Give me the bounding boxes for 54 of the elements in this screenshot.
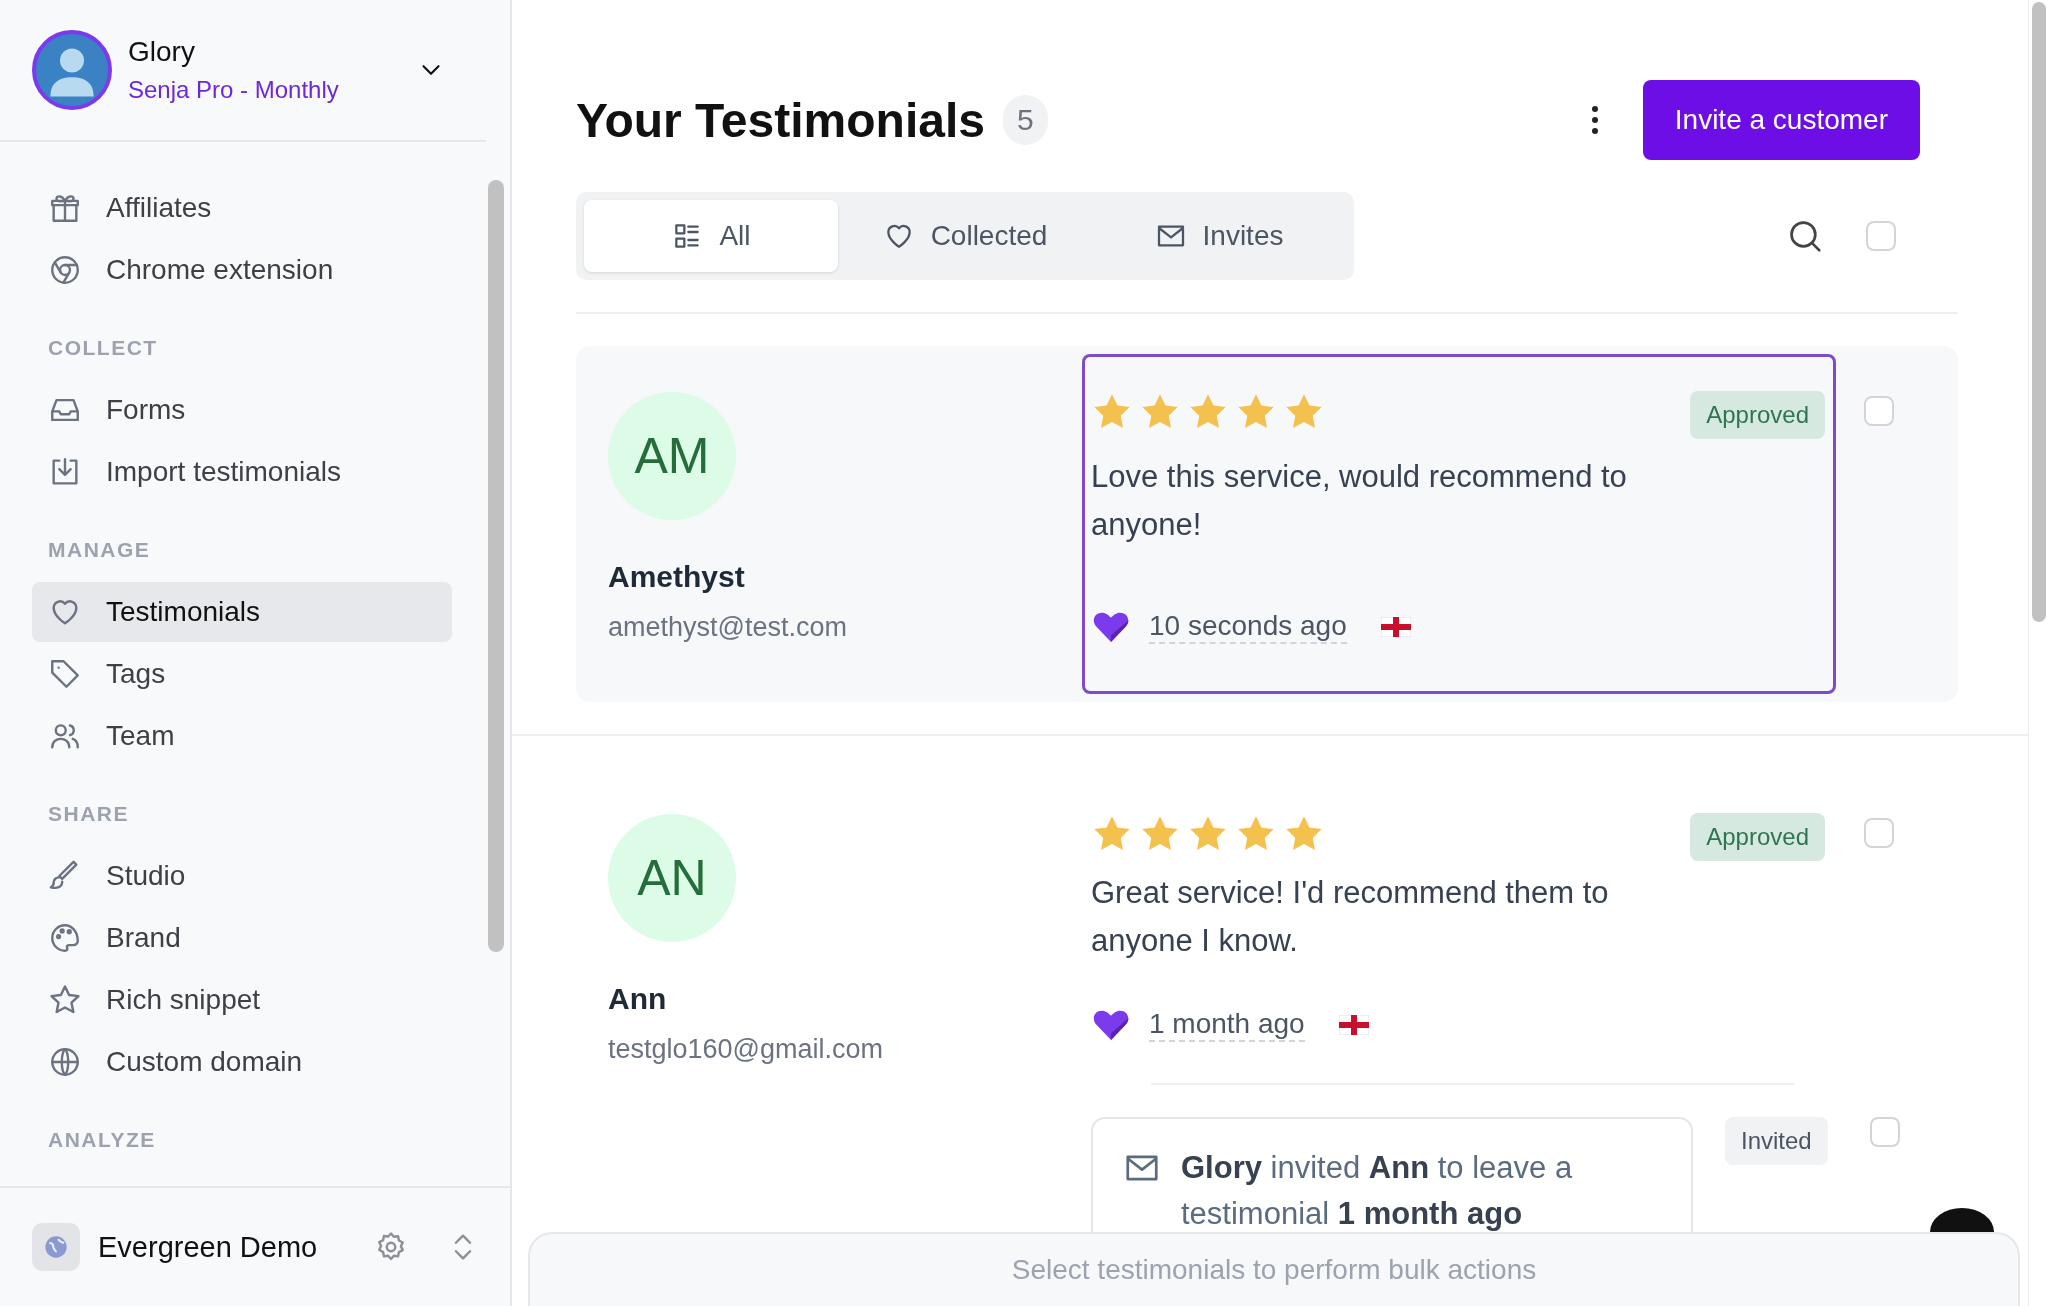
- status-badge: Approved: [1690, 813, 1825, 861]
- page-title: Your Testimonials: [576, 92, 985, 148]
- timestamp[interactable]: 1 month ago: [1149, 1008, 1305, 1042]
- bulk-actions-bar: Select testimonials to perform bulk actions: [528, 1232, 2020, 1306]
- filter-tab[interactable]: All: [584, 200, 838, 272]
- initials-avatar: AN: [608, 814, 736, 942]
- nav-item[interactable]: Chrome extension: [32, 240, 452, 300]
- nav-item[interactable]: Tags: [32, 644, 452, 704]
- tag-icon: [48, 657, 82, 691]
- customer-email: testglo160@gmail.com: [608, 1034, 885, 1065]
- status-badge: Invited: [1725, 1117, 1828, 1165]
- circle-logo-icon: [48, 253, 82, 287]
- nav-item[interactable]: Studio: [32, 846, 452, 906]
- nav-item[interactable]: Rich snippet: [32, 970, 452, 1030]
- testimonial-text: Love this service, would recommend to anyone!: [1091, 458, 1628, 544]
- checkbox[interactable]: [1869, 1117, 1900, 1147]
- nav-item[interactable]: Import testimonials: [32, 442, 452, 502]
- initials-avatar: AM: [608, 392, 736, 520]
- section-heading: ANALYZE: [47, 1127, 157, 1153]
- user-name: Glory: [128, 36, 196, 68]
- testimonial-text: Great service! I'd recommend them to anyone I know.: [1091, 874, 1610, 960]
- filter-tab[interactable]: Collected: [838, 200, 1092, 272]
- filter-tab[interactable]: Invites: [1092, 200, 1346, 272]
- checkbox[interactable]: [1864, 396, 1894, 426]
- timestamp[interactable]: 10 seconds ago: [1149, 610, 1347, 644]
- globe-logo-icon: [32, 1223, 80, 1271]
- invite-message: Glory invited Ann to leave a testimonial 1 month ago: [1181, 1149, 1574, 1233]
- account-switcher[interactable]: Glory Senja Pro - Monthly: [0, 0, 486, 142]
- plan-label: Senja Pro - Monthly: [128, 76, 340, 104]
- nav-item[interactable]: Team: [32, 706, 452, 766]
- nav-item[interactable]: Forms: [32, 380, 452, 440]
- invite-customer-button[interactable]: Invite a customer: [1642, 80, 1920, 160]
- section-heading: MANAGE: [47, 537, 152, 563]
- nav-item[interactable]: Testimonials: [32, 582, 452, 642]
- status-badge: Approved: [1690, 391, 1825, 439]
- globe-icon: [48, 1045, 82, 1079]
- checkbox[interactable]: [1864, 818, 1894, 848]
- palette-icon: [48, 921, 82, 955]
- customer-email: amethyst@test.com: [608, 612, 848, 643]
- section-heading: SHARE: [47, 801, 130, 827]
- checkbox[interactable]: [1866, 221, 1896, 251]
- more-options-icon[interactable]: [1590, 104, 1599, 136]
- count-badge: 5: [1002, 95, 1048, 145]
- nav-item[interactable]: Custom domain: [32, 1032, 452, 1092]
- nav-item[interactable]: Brand: [32, 908, 452, 968]
- flag-icon: [1380, 617, 1411, 637]
- customer-name: Amethyst: [608, 560, 746, 594]
- scrollbar-thumb[interactable]: [2032, 2, 2046, 622]
- customer-name: Ann: [608, 982, 668, 1016]
- flag-icon: [1338, 1015, 1369, 1035]
- workspace-name: Evergreen Demo: [98, 1230, 319, 1264]
- nav-item[interactable]: Affiliates: [32, 178, 452, 238]
- section-heading: COLLECT: [47, 335, 159, 361]
- scrollbar-thumb[interactable]: [488, 180, 504, 952]
